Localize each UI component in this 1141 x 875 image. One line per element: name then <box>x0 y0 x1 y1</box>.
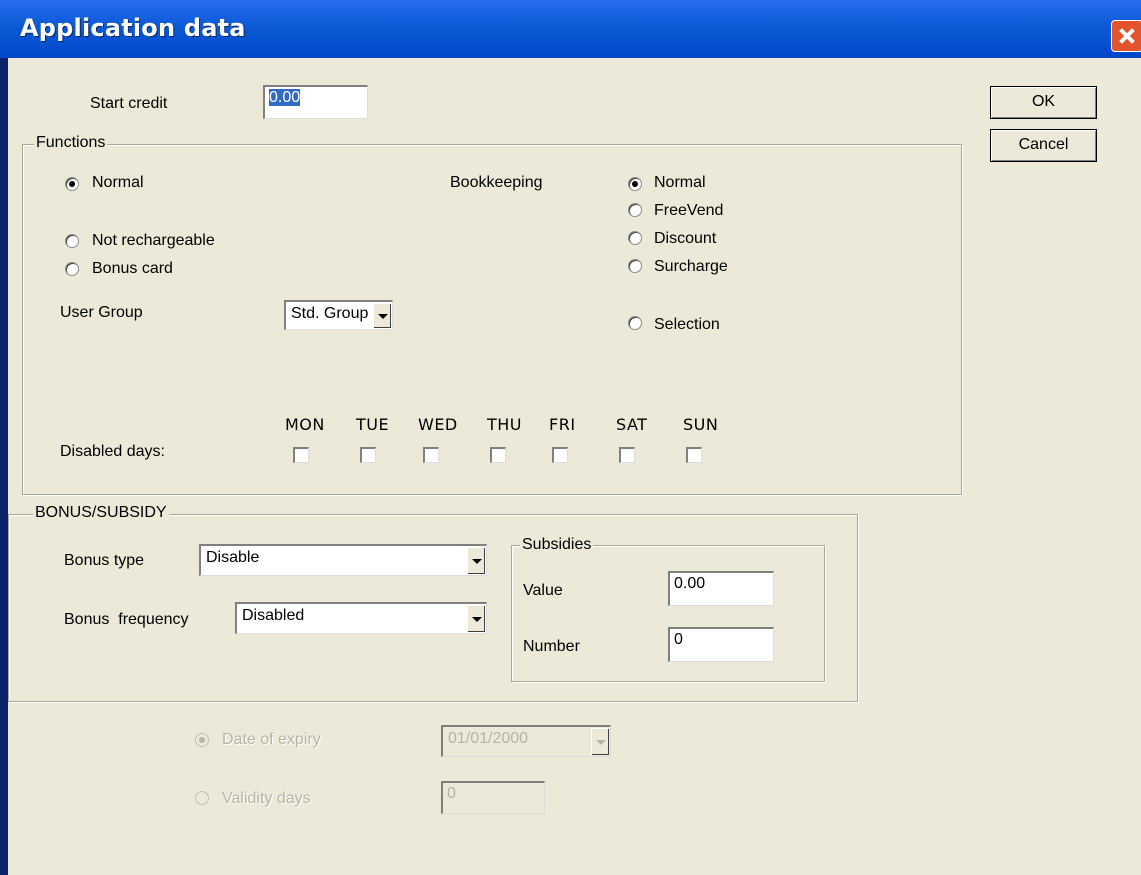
bonus-card-radio[interactable] <box>65 262 79 276</box>
validity-days-radio[interactable] <box>195 791 209 805</box>
bookkeeping-normal-label: Normal <box>654 174 706 191</box>
bookkeeping-surcharge-label: Surcharge <box>654 258 728 275</box>
day-label-sat: SAT <box>616 415 648 434</box>
date-of-expiry-select[interactable]: 01/01/2000 <box>441 725 611 757</box>
subsidy-value-input[interactable]: 0.00 <box>668 571 774 606</box>
application-data-window: Application data OK Cancel Start credit … <box>0 0 1141 875</box>
bookkeeping-label: Bookkeeping <box>450 174 543 191</box>
subsidy-number-input[interactable]: 0 <box>668 627 774 662</box>
not-rechargeable-label: Not rechargeable <box>92 232 215 249</box>
bookkeeping-normal-radio[interactable] <box>628 177 642 191</box>
function-normal-label: Normal <box>92 174 144 191</box>
chevron-down-icon[interactable] <box>467 605 485 632</box>
user-group-value: Std. Group <box>291 305 369 322</box>
day-checkbox-sat[interactable] <box>619 447 635 463</box>
title-bar[interactable]: Application data <box>0 0 1141 58</box>
day-label-mon: MON <box>285 415 325 434</box>
disabled-days-label: Disabled days: <box>60 443 165 460</box>
bonus-type-label: Bonus type <box>64 552 145 569</box>
bookkeeping-freevend-radio[interactable] <box>628 203 642 217</box>
user-group-label: User Group <box>60 304 143 321</box>
bonus-card-label: Bonus card <box>92 260 173 277</box>
day-label-thu: THU <box>487 415 523 434</box>
start-credit-label: Start credit <box>90 95 168 112</box>
day-checkbox-wed[interactable] <box>423 447 439 463</box>
chevron-down-icon[interactable] <box>373 303 391 328</box>
chevron-down-icon[interactable] <box>591 728 609 755</box>
cancel-button[interactable]: Cancel <box>990 129 1097 162</box>
not-rechargeable-radio[interactable] <box>65 234 79 248</box>
day-label-wed: WED <box>418 415 458 434</box>
window-title: Application data <box>20 14 246 42</box>
date-of-expiry-value: 01/01/2000 <box>448 730 529 747</box>
subsidy-value-label: Value <box>523 582 563 599</box>
bonus-type-select[interactable]: Disable <box>199 544 487 576</box>
bookkeeping-discount-label: Discount <box>654 230 717 247</box>
day-checkbox-thu[interactable] <box>490 447 506 463</box>
bookkeeping-discount-radio[interactable] <box>628 231 642 245</box>
bonus-subsidy-legend: BONUS/SUBSIDY <box>33 504 169 522</box>
subsidies-legend: Subsidies <box>520 536 594 554</box>
subsidy-number-label: Number <box>523 638 580 655</box>
day-checkbox-mon[interactable] <box>293 447 309 463</box>
bookkeeping-freevend-label: FreeVend <box>654 202 724 219</box>
day-checkbox-sun[interactable] <box>686 447 702 463</box>
validity-days-label: Validity days <box>222 790 311 807</box>
selection-label: Selection <box>654 316 720 333</box>
bonus-type-value: Disable <box>206 549 260 566</box>
bonus-frequency-select[interactable]: Disabled <box>235 602 487 634</box>
date-of-expiry-label: Date of expiry <box>222 731 321 748</box>
function-normal-radio[interactable] <box>65 177 79 191</box>
bonus-frequency-label: Bonus frequency <box>64 611 189 628</box>
selection-radio[interactable] <box>628 316 642 330</box>
start-credit-value: 0.00 <box>269 89 301 106</box>
close-icon[interactable] <box>1111 20 1141 52</box>
date-of-expiry-radio[interactable] <box>195 733 209 747</box>
bookkeeping-surcharge-radio[interactable] <box>628 259 642 273</box>
dialog-body: OK Cancel Start credit 0.00 Functions No… <box>8 58 1141 875</box>
day-checkbox-fri[interactable] <box>552 447 568 463</box>
ok-button[interactable]: OK <box>990 86 1097 119</box>
chevron-down-icon[interactable] <box>467 547 485 574</box>
day-label-fri: FRI <box>549 415 576 434</box>
day-checkbox-tue[interactable] <box>360 447 376 463</box>
functions-legend: Functions <box>34 134 108 152</box>
user-group-select[interactable]: Std. Group <box>284 300 393 330</box>
day-label-sun: SUN <box>683 415 719 434</box>
day-label-tue: TUE <box>356 415 390 434</box>
start-credit-input[interactable]: 0.00 <box>263 85 368 119</box>
validity-days-input[interactable]: 0 <box>441 781 545 814</box>
bonus-frequency-value: Disabled <box>242 607 305 624</box>
